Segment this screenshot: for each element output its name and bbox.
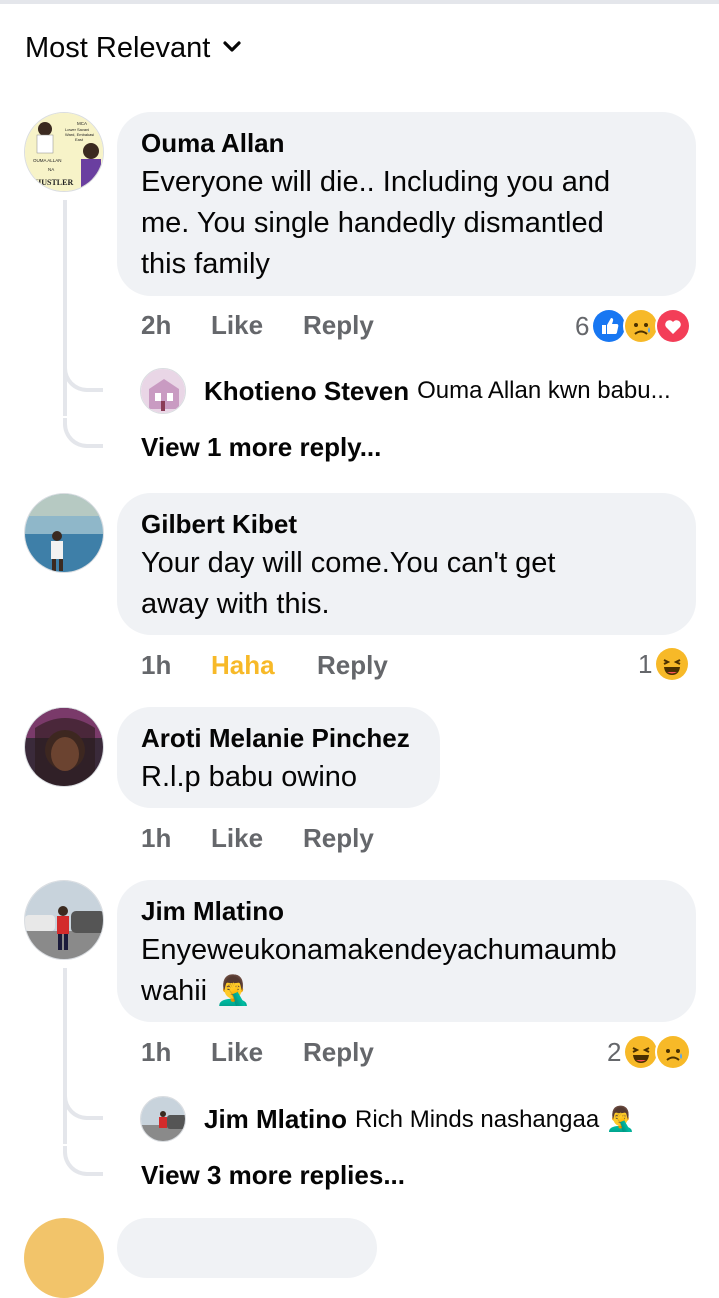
reply-button[interactable]: Reply bbox=[303, 310, 374, 341]
svg-text:NA: NA bbox=[48, 167, 54, 172]
love-reaction-icon bbox=[655, 308, 692, 344]
reaction-count: 6 bbox=[575, 310, 590, 341]
comment-line: R.l.p babu owino bbox=[141, 761, 358, 793]
avatar[interactable] bbox=[24, 880, 104, 960]
haha-button[interactable]: Haha bbox=[211, 650, 317, 681]
comment-actions: 1h Haha Reply bbox=[141, 650, 388, 681]
reply-text: Rich Minds nashangaa 🤦‍♂️ bbox=[355, 1105, 636, 1133]
reply-text: Ouma Allan kwn babu... bbox=[417, 377, 671, 404]
comment-bubble[interactable]: Aroti Melanie Pinchez R.l.p babu owino bbox=[117, 707, 440, 808]
like-reaction-icon bbox=[591, 308, 628, 344]
comment-time[interactable]: 2h bbox=[141, 310, 211, 341]
sort-label: Most Relevant bbox=[25, 32, 211, 64]
thread-connector bbox=[63, 362, 103, 392]
comment-line: me. You single handedly dismantled bbox=[141, 207, 604, 239]
thread-line bbox=[63, 200, 67, 416]
svg-text:MCA: MCA bbox=[77, 121, 87, 126]
avatar[interactable]: MCA Lower Savani Ward, Embakasi East OUM… bbox=[24, 112, 104, 192]
comment-time[interactable]: 1h bbox=[141, 650, 211, 681]
reply-preview[interactable]: Jim Mlatino Rich Minds nashangaa 🤦‍♂️ bbox=[140, 1096, 636, 1142]
reply-avatar[interactable] bbox=[140, 1096, 186, 1142]
comment-text: R.l.p babu owino bbox=[141, 757, 416, 798]
comment-time[interactable]: 1h bbox=[141, 823, 211, 854]
svg-text:East: East bbox=[75, 137, 84, 142]
comment-actions: 1h Like Reply bbox=[141, 1037, 374, 1068]
reply-button[interactable]: Reply bbox=[317, 650, 388, 681]
reaction-summary[interactable]: 2 bbox=[607, 1034, 692, 1070]
reply-author[interactable]: Khotieno Steven bbox=[204, 376, 409, 407]
comment-actions: 2h Like Reply bbox=[141, 310, 374, 341]
view-more-replies[interactable]: View 1 more reply... bbox=[141, 432, 381, 463]
comment-line: away with this. bbox=[141, 588, 330, 620]
comment-author[interactable]: Aroti Melanie Pinchez bbox=[141, 721, 416, 755]
avatar[interactable] bbox=[24, 707, 104, 787]
comment-line: Enyeweukonamakendeyachumaumb bbox=[141, 934, 617, 966]
top-divider bbox=[0, 0, 719, 4]
like-button[interactable]: Like bbox=[211, 823, 303, 854]
avatar[interactable] bbox=[24, 493, 104, 573]
comment-bubble[interactable]: Ouma Allan Everyone will die.. Including… bbox=[117, 112, 696, 296]
reply-preview[interactable]: Khotieno Steven Ouma Allan kwn babu... bbox=[140, 368, 671, 414]
haha-reaction-icon bbox=[654, 646, 691, 682]
comment-actions: 1h Like Reply bbox=[141, 823, 374, 854]
like-button[interactable]: Like bbox=[211, 310, 303, 341]
reply-button[interactable]: Reply bbox=[303, 823, 374, 854]
reaction-count: 2 bbox=[607, 1036, 622, 1067]
reply-author[interactable]: Jim Mlatino bbox=[204, 1104, 347, 1135]
chevron-down-icon bbox=[222, 40, 242, 59]
comment-bubble[interactable] bbox=[117, 1218, 377, 1278]
like-button[interactable]: Like bbox=[211, 1037, 303, 1068]
haha-reaction-icon bbox=[623, 1034, 660, 1070]
thread-connector bbox=[63, 1146, 103, 1176]
comment-time[interactable]: 1h bbox=[141, 1037, 211, 1068]
comment-author[interactable]: Ouma Allan bbox=[141, 126, 672, 160]
reply-button[interactable]: Reply bbox=[303, 1037, 374, 1068]
thread-line bbox=[63, 968, 67, 1144]
reaction-count: 1 bbox=[638, 648, 653, 679]
sort-dropdown[interactable]: Most Relevant bbox=[25, 32, 242, 65]
comment-text: Your day will come.You can't get away wi… bbox=[141, 543, 672, 625]
view-more-replies[interactable]: View 3 more replies... bbox=[141, 1160, 405, 1191]
comment-line: Everyone will die.. Including you and bbox=[141, 166, 611, 198]
reaction-summary[interactable]: 1 bbox=[638, 646, 691, 682]
reply-avatar[interactable] bbox=[140, 368, 186, 414]
comment-author[interactable]: Gilbert Kibet bbox=[141, 507, 672, 541]
sad-reaction-icon bbox=[655, 1034, 692, 1070]
comment-author[interactable]: Jim Mlatino bbox=[141, 894, 672, 928]
comment-line: Your day will come.You can't get bbox=[141, 547, 556, 579]
thread-connector bbox=[63, 418, 103, 448]
sad-reaction-icon bbox=[623, 308, 660, 344]
reaction-summary[interactable]: 6 bbox=[575, 308, 692, 344]
comment-text: Enyeweukonamakendeyachumaumb wahii 🤦‍♂️ bbox=[141, 930, 672, 1012]
comment-line: wahii 🤦‍♂️ bbox=[141, 975, 252, 1007]
svg-text:HUSTLER: HUSTLER bbox=[35, 178, 73, 187]
comment-line: this family bbox=[141, 248, 270, 280]
avatar[interactable] bbox=[24, 1218, 104, 1298]
comment-bubble[interactable]: Gilbert Kibet Your day will come.You can… bbox=[117, 493, 696, 635]
thread-connector bbox=[63, 1090, 103, 1120]
comment-text: Everyone will die.. Including you and me… bbox=[141, 162, 672, 285]
svg-text:OUMA ALLAN: OUMA ALLAN bbox=[33, 158, 62, 163]
comment-bubble[interactable]: Jim Mlatino Enyeweukonamakendeyachumaumb… bbox=[117, 880, 696, 1022]
